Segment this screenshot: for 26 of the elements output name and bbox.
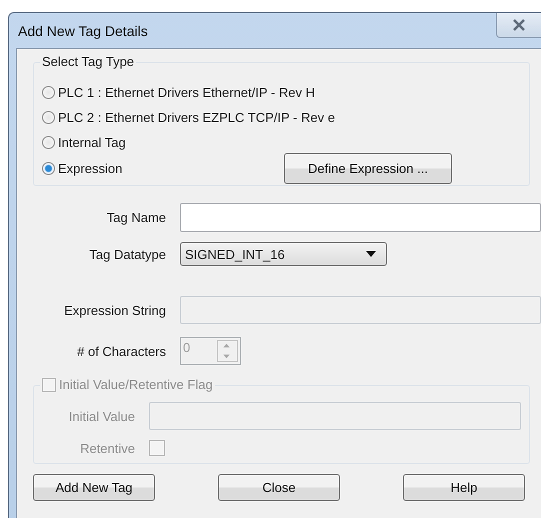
radio-label[interactable]: Internal Tag bbox=[58, 135, 126, 150]
caret-icon bbox=[366, 251, 376, 257]
radio-label[interactable]: PLC 1 : Ethernet Drivers Ethernet/IP - Rev H bbox=[58, 85, 315, 100]
radio-button[interactable] bbox=[42, 162, 55, 174]
radio-button[interactable] bbox=[42, 86, 55, 99]
field-label: Initial Value bbox=[68, 408, 136, 424]
close-icon bbox=[512, 18, 526, 30]
field-label: # of Characters bbox=[76, 344, 167, 358]
radio-label[interactable]: PLC 2 : Ethernet Drivers EZPLC TCP/IP - Rev e bbox=[58, 110, 335, 125]
dialog-button[interactable]: Close bbox=[218, 474, 340, 501]
define-expression-button[interactable]: Define Expression ... bbox=[284, 152, 452, 184]
field-label: Retentive bbox=[79, 440, 136, 456]
tag-name-field[interactable] bbox=[180, 202, 541, 232]
dialog-button[interactable]: Add New Tag bbox=[33, 474, 155, 501]
dialog-button[interactable]: Help bbox=[403, 474, 525, 501]
radio-button[interactable] bbox=[42, 111, 55, 124]
field-label: Tag Datatype bbox=[88, 246, 167, 262]
radio-button[interactable] bbox=[42, 136, 55, 149]
close-button[interactable] bbox=[496, 13, 541, 38]
field-label: Expression String bbox=[63, 302, 167, 318]
field-label: Tag Name bbox=[106, 210, 167, 224]
radio-label[interactable]: Expression bbox=[58, 160, 122, 176]
initial-value-field[interactable] bbox=[149, 402, 521, 430]
window-title: Add New Tag Details bbox=[18, 22, 148, 38]
group-title: Select Tag Type bbox=[40, 54, 136, 70]
datatype-dropdown[interactable]: SIGNED_INT_16 bbox=[180, 242, 387, 266]
